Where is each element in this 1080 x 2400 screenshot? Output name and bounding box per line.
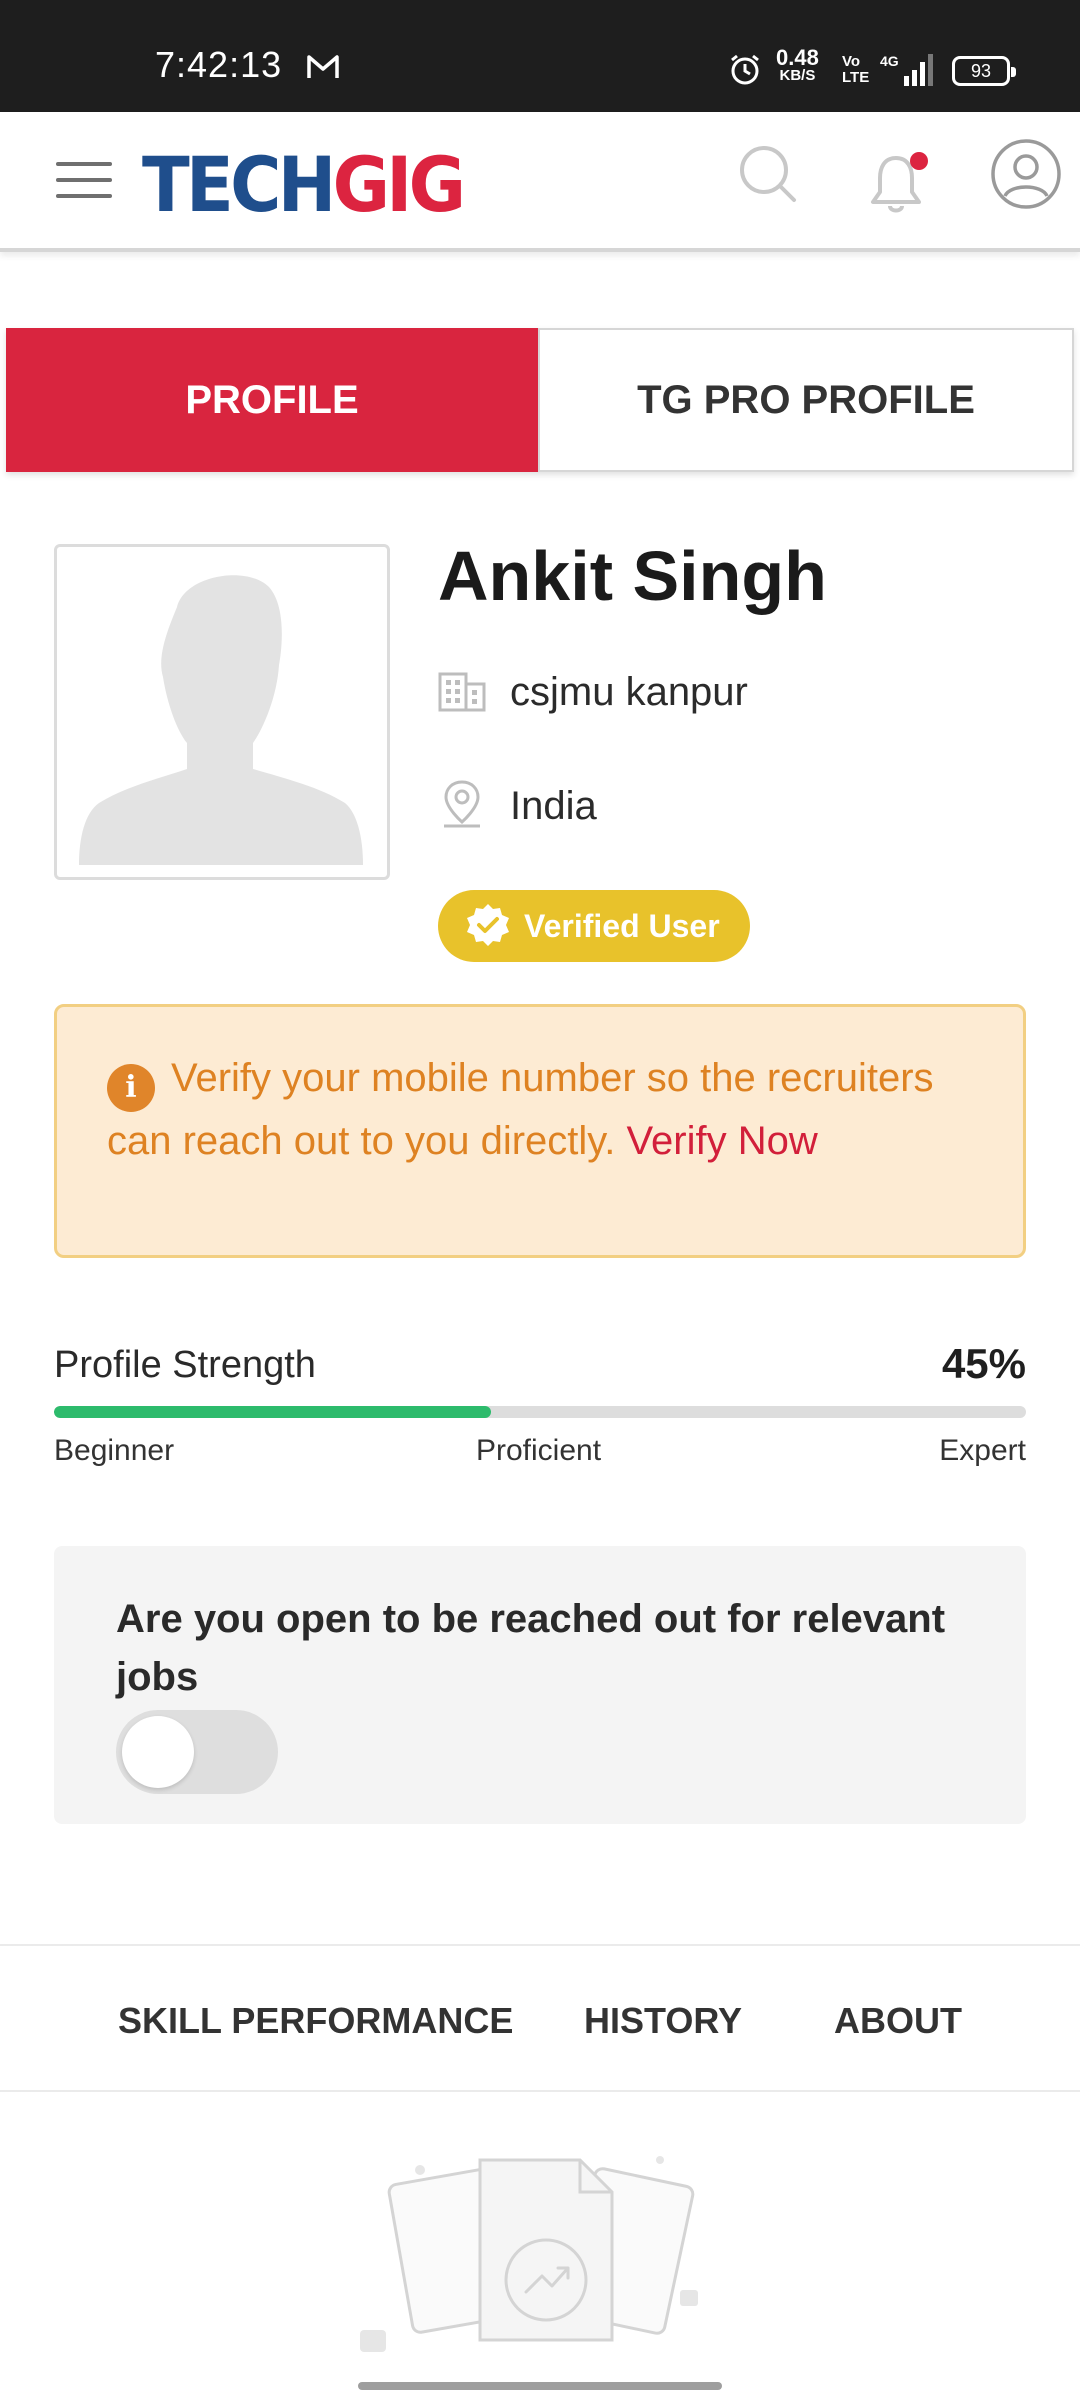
volte-bottom: LTE — [842, 69, 870, 86]
section-tabs: SKILL PERFORMANCE HISTORY ABOUT — [0, 1944, 1080, 2092]
tab-about[interactable]: ABOUT — [834, 2000, 962, 2042]
toggle-knob — [122, 1716, 194, 1788]
building-icon — [438, 668, 486, 717]
user-account-icon[interactable] — [990, 138, 1062, 215]
notification-dot — [910, 152, 928, 170]
verified-badge-icon — [467, 904, 509, 946]
verified-label: Verified User — [524, 907, 720, 944]
profile-strength-label: Profile Strength — [54, 1344, 316, 1386]
home-indicator-bar[interactable] — [358, 2382, 722, 2390]
documents-illustration — [350, 2140, 730, 2385]
tab-skill-performance[interactable]: SKILL PERFORMANCE — [118, 2000, 513, 2042]
level-proficient: Proficient — [476, 1434, 602, 1467]
app-header: TECHGIG — [0, 112, 1080, 252]
info-icon: i — [107, 1064, 155, 1112]
organization-text: csjmu kanpur — [510, 670, 748, 714]
avatar-placeholder-icon — [79, 575, 363, 865]
verify-mobile-alert: i Verify your mobile number so the recrui… — [54, 1004, 1026, 1258]
profile-strength-bar — [54, 1406, 1026, 1418]
gmail-icon — [306, 54, 340, 85]
tab-tg-pro-profile[interactable]: TG PRO PROFILE — [538, 328, 1074, 472]
status-bar: 7:42:13 0.48 KB/S Vo LTE 4G 93 — [0, 0, 1080, 112]
tab-history[interactable]: HISTORY — [584, 2000, 742, 2042]
volte-top: Vo — [842, 53, 861, 70]
verified-user-badge: Verified User — [438, 890, 750, 962]
verify-now-link[interactable]: Verify Now — [627, 1119, 818, 1163]
level-expert: Expert — [939, 1434, 1026, 1467]
volte-indicator: Vo LTE — [842, 54, 869, 86]
open-to-jobs-card: Are you open to be reached out for relev… — [54, 1546, 1026, 1824]
search-icon[interactable] — [738, 144, 798, 209]
status-time: 7:42:13 — [155, 44, 283, 85]
location-pin-icon — [438, 778, 486, 835]
techgig-logo[interactable]: TECHGIG — [142, 140, 466, 229]
profile-strength-fill — [54, 1406, 492, 1418]
profile-strength-value: 45% — [941, 1340, 1026, 1387]
open-to-jobs-toggle[interactable] — [116, 1710, 278, 1794]
hamburger-menu-icon[interactable] — [56, 162, 112, 202]
profile-name: Ankit Singh — [438, 537, 827, 615]
signal-icon: 4G — [880, 52, 938, 93]
location-row: India — [438, 778, 597, 835]
alarm-icon — [728, 53, 762, 92]
battery-indicator: 93 — [952, 56, 1016, 86]
logo-part-2: GIG — [332, 140, 466, 229]
organization-row: csjmu kanpur — [438, 668, 748, 717]
level-beginner: Beginner — [54, 1434, 175, 1467]
location-text: India — [510, 784, 597, 828]
avatar[interactable] — [54, 544, 390, 880]
network-type: 4G — [880, 53, 899, 69]
profile-tabs: PROFILE TG PRO PROFILE — [6, 328, 1074, 472]
network-speed: 0.48 KB/S — [776, 47, 819, 84]
logo-part-1: TECH — [142, 140, 336, 229]
open-to-jobs-question: Are you open to be reached out for relev… — [116, 1597, 946, 1699]
speed-unit: KB/S — [779, 67, 816, 84]
tab-profile[interactable]: PROFILE — [6, 328, 538, 472]
